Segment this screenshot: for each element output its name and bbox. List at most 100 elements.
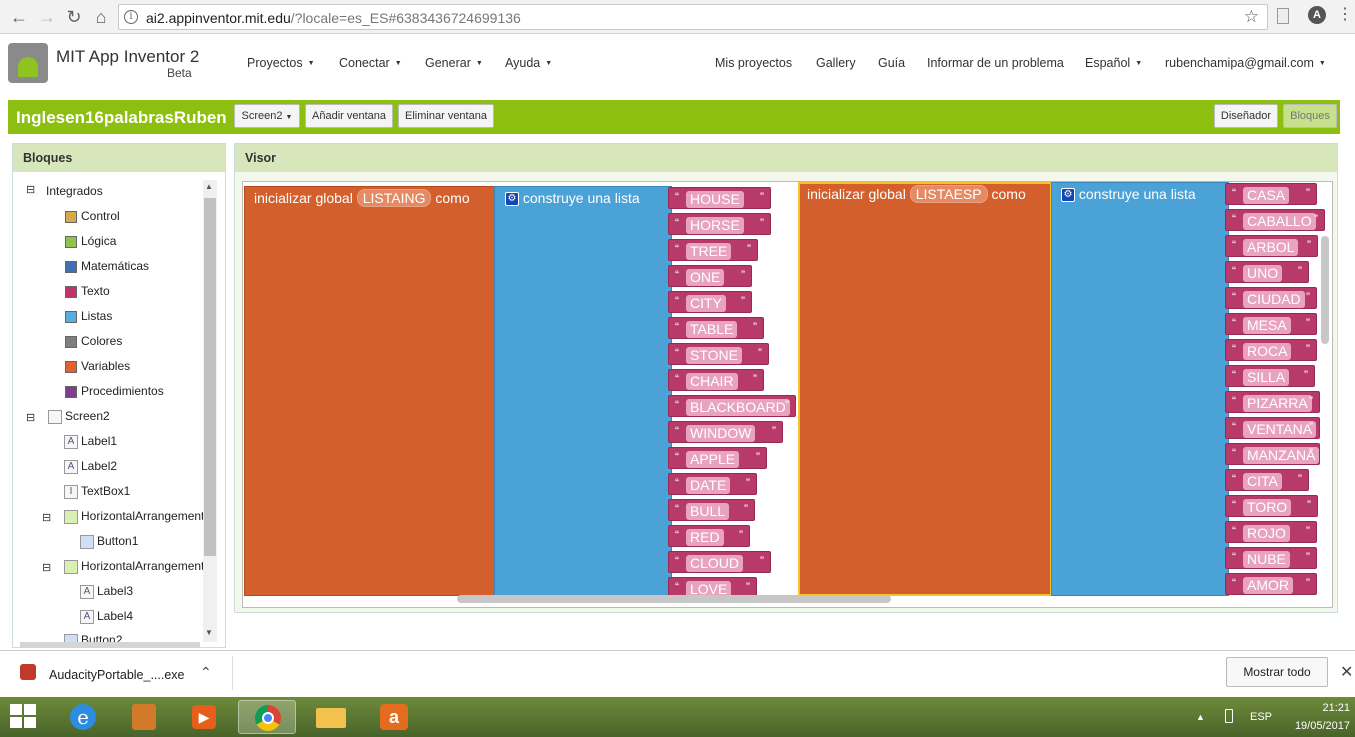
user-app-icon[interactable] [124, 700, 164, 734]
text-value[interactable]: ARBOL [1243, 239, 1299, 256]
tree-horizontalarrangement2[interactable]: HorizontalArrangement2 [64, 559, 203, 574]
init-global-block[interactable] [244, 186, 496, 596]
text-value[interactable]: BULL [686, 503, 730, 520]
tree-horizontalarrangement1[interactable]: HorizontalArrangement1 [64, 509, 203, 524]
tree-label2[interactable]: A Label2 [64, 459, 117, 474]
collapse-icon[interactable]: ⊟ [42, 561, 51, 574]
make-list-block[interactable] [1051, 182, 1229, 596]
extension-icon[interactable] [1277, 8, 1289, 24]
text-block[interactable]: “ ROJO ” [1225, 521, 1317, 543]
text-block[interactable]: “ TABLE ” [668, 317, 764, 339]
download-filename[interactable]: AudacityPortable_....exe [49, 668, 185, 682]
blocks-button[interactable]: Bloques [1283, 104, 1337, 128]
info-icon[interactable]: i [124, 10, 138, 24]
text-value[interactable]: HORSE [686, 217, 744, 234]
category-variables[interactable]: Variables [65, 359, 130, 373]
blocks-workspace[interactable]: inicializar global LISTAING como ⚙ const… [242, 181, 1333, 608]
text-block[interactable]: “ MESA ” [1225, 313, 1317, 335]
make-list-block[interactable] [494, 186, 672, 596]
text-value[interactable]: RED [686, 529, 724, 546]
add-screen-button[interactable]: Añadir ventana [305, 104, 393, 128]
chevron-up-icon[interactable]: ⌃ [200, 664, 212, 681]
text-value[interactable]: UNO [1243, 265, 1283, 282]
clock-date[interactable]: 19/05/2017 [1285, 720, 1350, 732]
text-block[interactable]: “ ROCA ” [1225, 339, 1317, 361]
variable-name-field[interactable]: LISTAING [356, 189, 432, 207]
forward-arrow-icon[interactable]: → [36, 6, 58, 28]
screen-select[interactable]: Screen2 ▼ [234, 104, 300, 128]
chrome-icon[interactable] [238, 700, 296, 734]
text-value[interactable]: ROCA [1243, 343, 1292, 360]
language-menu[interactable]: Español ▼ [1085, 56, 1142, 70]
text-value[interactable]: STONE [686, 347, 742, 364]
text-block[interactable]: “ CITA ” [1225, 469, 1309, 491]
text-value[interactable]: CIUDAD [1243, 291, 1305, 308]
scroll-down-icon[interactable]: ▼ [205, 628, 213, 637]
address-bar[interactable]: i ai2.appinventor.mit.edu/?locale=es_ES#… [118, 4, 1268, 30]
text-value[interactable]: WINDOW [686, 425, 756, 442]
gear-icon[interactable]: ⚙ [1061, 188, 1075, 203]
category-control[interactable]: Control [65, 209, 120, 223]
tree-builtin[interactable]: Integrados [46, 184, 103, 198]
remove-screen-button[interactable]: Eliminar ventana [398, 104, 494, 128]
link-guia[interactable]: Guía [878, 56, 905, 70]
account-menu[interactable]: rubenchamipa@gmail.com ▼ [1165, 56, 1326, 70]
text-value[interactable]: HOUSE [686, 191, 744, 208]
battery-icon[interactable] [1225, 709, 1233, 723]
text-value[interactable]: SILLA [1243, 369, 1290, 386]
text-block[interactable]: “ BLACKBOARD” [668, 395, 796, 417]
text-value[interactable]: VENTANA [1243, 421, 1317, 438]
back-arrow-icon[interactable]: ← [8, 6, 30, 28]
reload-icon[interactable]: ↻ [63, 6, 85, 28]
text-value[interactable]: NUBE [1243, 551, 1290, 568]
link-report-problem[interactable]: Informar de un problema [927, 56, 1064, 70]
menu-ayuda[interactable]: Ayuda ▼ [505, 56, 552, 70]
text-value[interactable]: AMOR [1243, 577, 1293, 594]
bookmark-star-icon[interactable]: ☆ [1244, 7, 1259, 27]
text-block[interactable]: “ TREE ” [668, 239, 758, 261]
text-block[interactable]: “ CLOUD ” [668, 551, 771, 573]
collapse-icon[interactable]: ⊟ [42, 511, 51, 524]
tree-screen2[interactable]: Screen2 [48, 409, 110, 424]
tree-label3[interactable]: A Label3 [80, 584, 133, 599]
text-block[interactable]: “ CIUDAD” [1225, 287, 1317, 309]
browser-menu-icon[interactable]: ⋮ [1337, 4, 1353, 24]
category-colors[interactable]: Colores [65, 334, 122, 348]
text-value[interactable]: PIZARRA [1243, 395, 1312, 412]
text-block[interactable]: “ HOUSE ” [668, 187, 771, 209]
category-math[interactable]: Matemáticas [65, 259, 149, 273]
home-icon[interactable]: ⌂ [90, 6, 112, 28]
text-value[interactable]: TORO [1243, 499, 1292, 516]
text-block[interactable]: “ ARBOL ” [1225, 235, 1318, 257]
text-block[interactable]: “ PIZARRA” [1225, 391, 1320, 413]
text-value[interactable]: CHAIR [686, 373, 738, 390]
text-block[interactable]: “ NUBE ” [1225, 547, 1317, 569]
collapse-icon[interactable]: ⊟ [26, 183, 35, 196]
text-value[interactable]: BLACKBOARD [686, 399, 790, 416]
text-block[interactable]: “ HORSE ” [668, 213, 771, 235]
gear-icon[interactable]: ⚙ [505, 192, 519, 207]
link-gallery[interactable]: Gallery [816, 56, 856, 70]
text-value[interactable]: CASA [1243, 187, 1290, 204]
text-block[interactable]: “ STONE ” [668, 343, 769, 365]
text-block[interactable]: “ SILLA ” [1225, 365, 1315, 387]
tree-textbox1[interactable]: I TextBox1 [64, 484, 130, 499]
text-block[interactable]: “ AMOR ” [1225, 573, 1317, 595]
tray-arrow-icon[interactable]: ▲ [1196, 712, 1205, 722]
text-block[interactable]: “ APPLE ” [668, 447, 767, 469]
tree-button2[interactable]: Button2 [64, 633, 122, 642]
text-block[interactable]: “ CHAIR ” [668, 369, 764, 391]
category-procedures[interactable]: Procedimientos [65, 384, 164, 398]
text-block[interactable]: “ RED ” [668, 525, 750, 547]
audacity-icon[interactable]: a [370, 700, 420, 734]
text-block[interactable]: “ CABALLO” [1225, 209, 1325, 231]
text-value[interactable]: CITY [686, 295, 726, 312]
text-value[interactable]: CLOUD [686, 555, 744, 572]
close-icon[interactable]: ✕ [1340, 662, 1353, 682]
clock-time[interactable]: 21:21 [1300, 702, 1350, 714]
text-block[interactable]: “ UNO ” [1225, 261, 1309, 283]
category-lists[interactable]: Listas [65, 309, 112, 323]
text-block[interactable]: “ BULL ” [668, 499, 755, 521]
category-logic[interactable]: Lógica [65, 234, 116, 248]
file-explorer-icon[interactable] [310, 700, 350, 734]
